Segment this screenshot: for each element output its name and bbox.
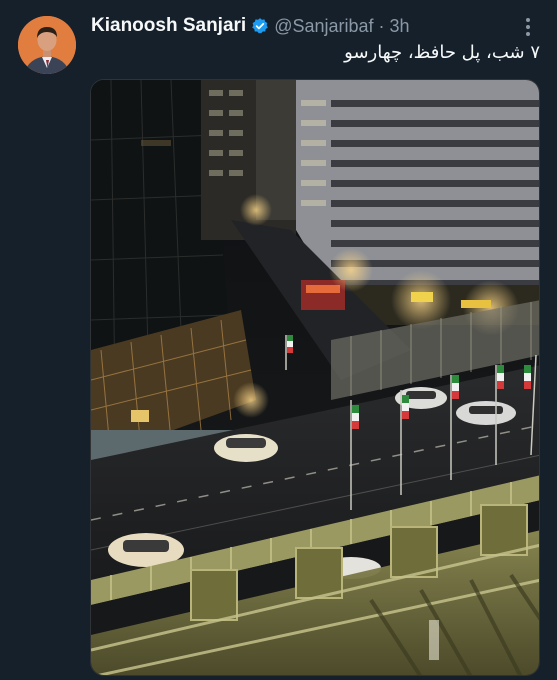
avatar[interactable] [18,16,76,74]
tweet-text: ۷ شب، پل حافظ، چهارسو [344,42,540,63]
avatar-image [18,16,76,74]
display-name[interactable]: Kianoosh Sanjari [91,15,246,37]
timestamp[interactable]: 3h [390,16,410,37]
tweet-header: Kianoosh Sanjari @Sanjaribaf · 3h [91,14,410,38]
tweet-photo[interactable] [90,79,540,676]
night-street-photo [91,80,539,675]
user-handle[interactable]: @Sanjaribaf [274,16,373,37]
separator-dot: · [378,15,385,36]
verified-badge-icon [252,18,269,34]
tweet-card[interactable]: Kianoosh Sanjari @Sanjaribaf · 3h ۷ شب، … [0,0,557,680]
more-options-icon[interactable] [523,16,533,38]
